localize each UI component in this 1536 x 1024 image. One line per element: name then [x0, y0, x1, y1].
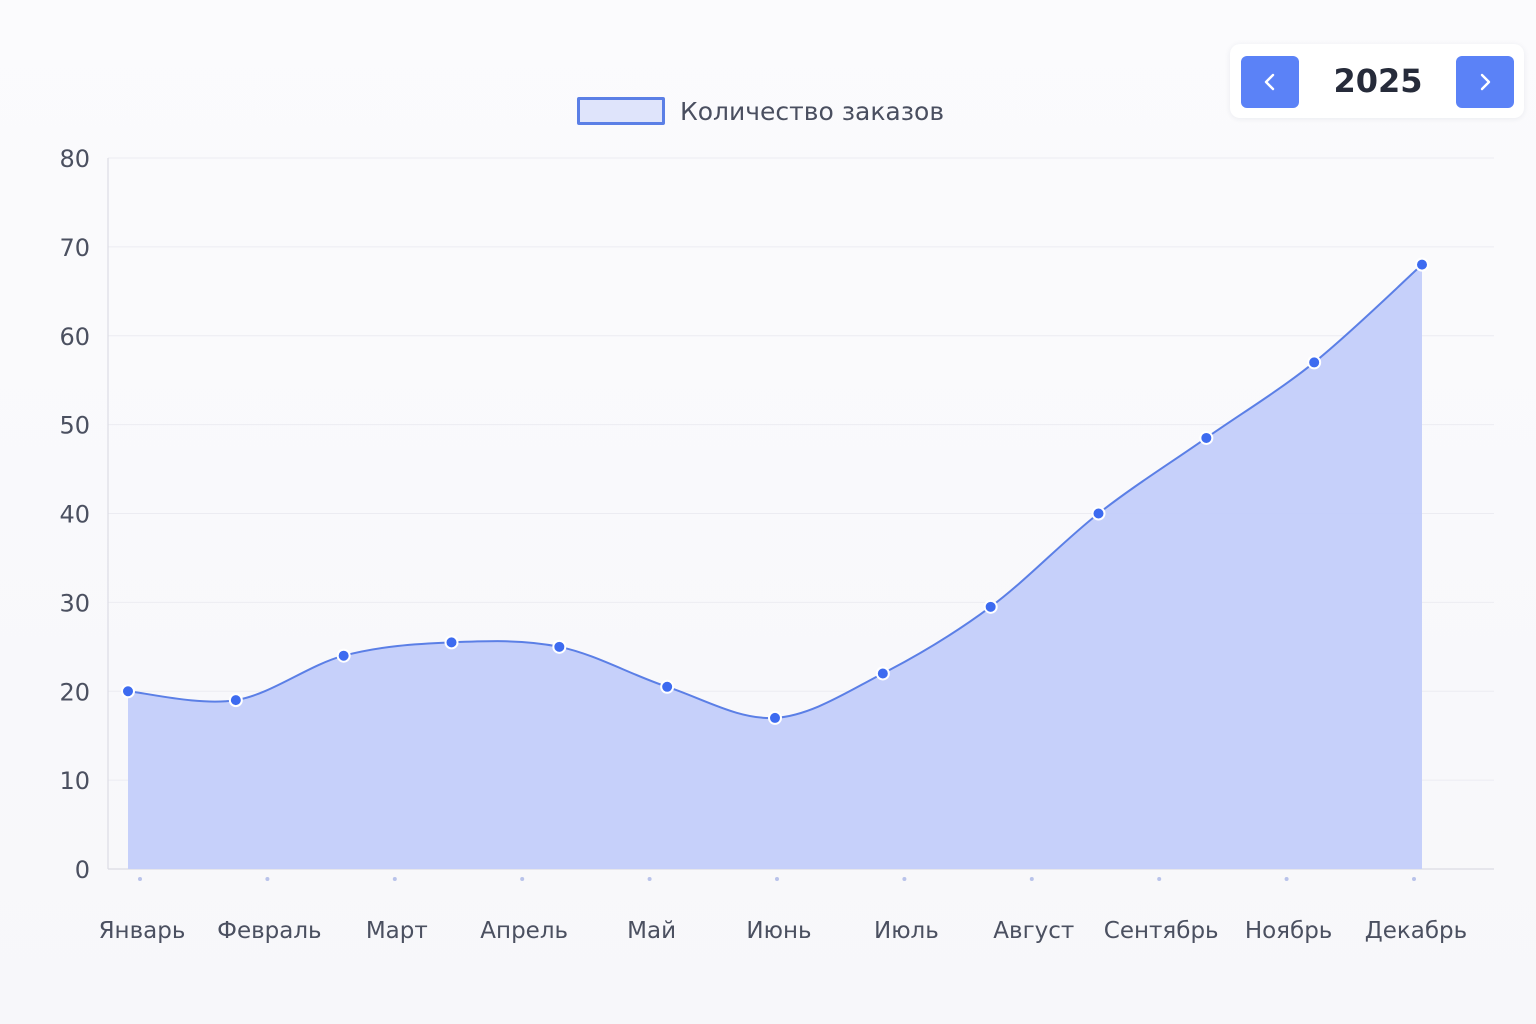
x-tick-mark — [520, 877, 525, 881]
x-tick-mark — [1029, 877, 1034, 881]
x-tick-label: Сентябрь — [1104, 918, 1219, 944]
data-point[interactable] — [768, 710, 782, 725]
x-tick-mark — [138, 877, 142, 881]
y-tick-label: 70 — [59, 234, 90, 262]
data-point[interactable] — [1091, 506, 1106, 521]
y-tick-label: 80 — [59, 145, 90, 173]
x-tick-mark — [775, 877, 779, 881]
series-area — [128, 264, 1422, 869]
data-point[interactable] — [444, 635, 459, 650]
data-point[interactable] — [552, 639, 567, 654]
y-tick-label: 30 — [59, 589, 90, 617]
x-tick-label: Ноябрь — [1245, 918, 1333, 944]
x-tick-label: Февраль — [217, 918, 321, 944]
x-tick-label: Июль — [874, 918, 939, 944]
y-tick-label: 60 — [59, 323, 90, 351]
x-tick-label: Апрель — [480, 918, 568, 944]
x-tick-mark — [647, 877, 652, 881]
y-tick-label: 40 — [59, 501, 90, 529]
x-tick-label: Март — [366, 918, 428, 944]
x-tick-label: Май — [627, 918, 676, 944]
data-point[interactable] — [228, 693, 243, 708]
y-tick-label: 50 — [59, 412, 90, 440]
x-tick-label: Август — [993, 918, 1074, 944]
data-point[interactable] — [983, 599, 998, 614]
y-tick-label: 10 — [59, 767, 90, 795]
x-tick-mark — [1412, 877, 1416, 881]
data-point[interactable] — [660, 679, 675, 694]
y-tick-label: 0 — [75, 856, 90, 884]
x-tick-label: Январь — [99, 918, 186, 944]
y-tick-label: 20 — [59, 678, 90, 706]
chart-page: Количество заказов 2025 0 10 20 30 40 50 60 70 8… — [0, 0, 1536, 1024]
x-tick-label: Июнь — [746, 918, 811, 944]
x-tick-mark — [1284, 877, 1289, 881]
x-tick-mark — [392, 877, 397, 881]
data-point[interactable] — [1199, 430, 1214, 445]
area-chart: 0 10 20 30 40 50 60 70 80 Январь Февраль Март Апрель… — [59, 145, 1494, 944]
x-tick-label: Декабрь — [1365, 918, 1467, 944]
data-point[interactable] — [1307, 355, 1322, 370]
data-point[interactable] — [1415, 257, 1429, 272]
data-point[interactable] — [875, 666, 890, 681]
x-tick-mark — [1157, 877, 1162, 881]
data-point[interactable] — [121, 684, 135, 699]
data-point[interactable] — [336, 648, 351, 663]
x-tick-mark — [902, 877, 907, 881]
x-tick-mark — [265, 877, 270, 881]
